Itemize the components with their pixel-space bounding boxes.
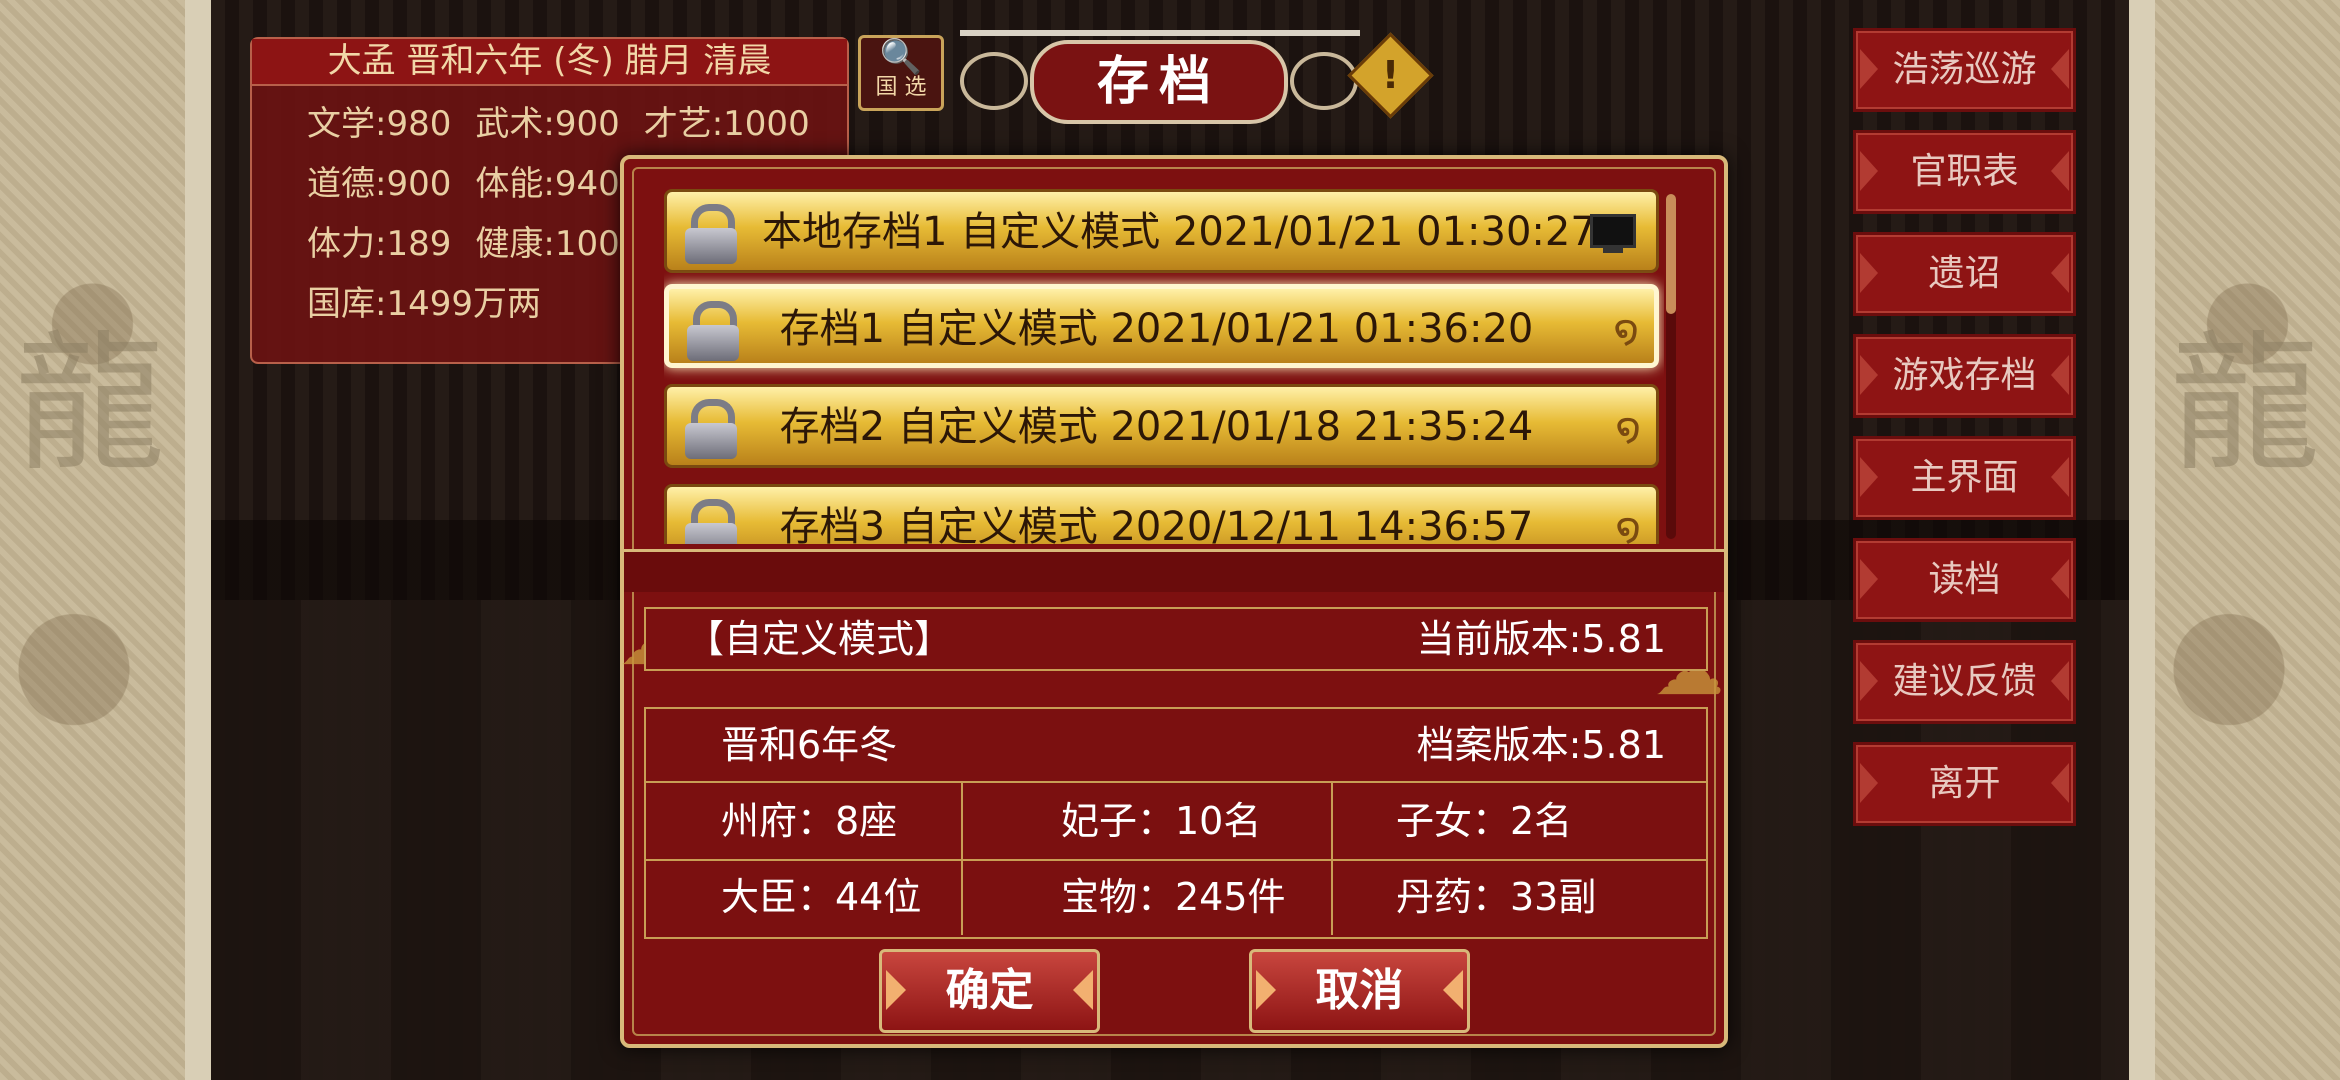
- dragon-ornament: 龍: [2169, 318, 2320, 492]
- stat-treasures: 宝物：245件: [1061, 875, 1286, 919]
- menu-testament-button[interactable]: 遗诏: [1853, 232, 2076, 316]
- search-select-button[interactable]: 🔍 国 选: [858, 35, 944, 111]
- stat-physique: 体能:940: [475, 164, 620, 204]
- magnifier-icon: 🔍: [879, 37, 923, 77]
- status-clip: 道德:900 体能:940 体力:189 健康:100 国库:1499万两: [252, 39, 632, 362]
- save-slot-list[interactable]: 本地存档1 自定义模式 2021/01/21 01:30:27 存档1 自定义模…: [664, 189, 1664, 544]
- save-slot-label: 存档3 自定义模式 2020/12/11 14:36:57: [779, 504, 1534, 544]
- menu-tour-button[interactable]: 浩荡巡游: [1853, 28, 2076, 112]
- menu-official-ranks-button[interactable]: 官职表: [1853, 130, 2076, 214]
- stat-treasury: 国库:1499万两: [307, 284, 541, 324]
- save-dialog: 本地存档1 自定义模式 2021/01/21 01:30:27 存档1 自定义模…: [619, 155, 1728, 1048]
- stat-art: 才艺:1000: [643, 104, 810, 144]
- warning-mark: !: [1381, 53, 1400, 97]
- dragon-ornament: 龍: [14, 318, 165, 492]
- save-list-scrollbar[interactable]: [1666, 194, 1676, 539]
- swirl-icon: ໑: [1613, 307, 1639, 353]
- save-slot-local-1[interactable]: 本地存档1 自定义模式 2021/01/21 01:30:27: [664, 189, 1659, 273]
- knot-ornament: [960, 52, 1028, 110]
- menu-save-game-button[interactable]: 游戏存档: [1853, 334, 2076, 418]
- mode-label: 【自定义模式】: [686, 617, 953, 661]
- stat-health: 健康:100: [475, 224, 620, 264]
- save-slot-label: 存档1 自定义模式 2021/01/21 01:36:20: [779, 306, 1534, 352]
- confirm-button[interactable]: 确定: [879, 949, 1100, 1033]
- lock-icon: [685, 204, 737, 264]
- save-slot-1[interactable]: 存档1 自定义模式 2021/01/21 01:36:20 ໑: [664, 284, 1659, 368]
- current-version: 当前版本:5.81: [1416, 617, 1666, 661]
- swirl-icon: ໑: [1615, 505, 1641, 544]
- lock-icon: [687, 301, 739, 361]
- right-decor-panel: 龍: [2129, 0, 2340, 1080]
- archive-version: 档案版本:5.81: [1416, 723, 1666, 767]
- stat-ministers: 大臣：44位: [721, 875, 922, 919]
- stat-stamina: 体力:189: [307, 224, 452, 264]
- menu-exit-button[interactable]: 离开: [1853, 742, 2076, 826]
- menu-main-screen-button[interactable]: 主界面: [1853, 436, 2076, 520]
- save-slot-label: 本地存档1 自定义模式 2021/01/21 01:30:27: [762, 209, 1596, 255]
- status-row-2: 道德:900 体能:940: [307, 156, 632, 205]
- dialog-divider: [624, 549, 1724, 592]
- stat-morality: 道德:900: [307, 164, 452, 204]
- save-date: 晋和6年冬: [721, 723, 898, 767]
- save-slot-3[interactable]: 存档3 自定义模式 2020/12/11 14:36:57 ໑: [664, 484, 1659, 544]
- status-row-3: 体力:189 健康:100: [307, 216, 632, 265]
- search-select-label: 国 选: [875, 75, 927, 100]
- menu-load-button[interactable]: 读档: [1853, 538, 2076, 622]
- stat-children: 子女：2名: [1396, 799, 1573, 843]
- scrollbar-thumb[interactable]: [1666, 194, 1676, 314]
- dialog-title: 存档: [1030, 40, 1288, 124]
- save-slot-label: 存档2 自定义模式 2021/01/18 21:35:24: [779, 404, 1534, 450]
- knot-ornament: [1290, 52, 1358, 110]
- plaque-bar: [960, 30, 1360, 36]
- computer-icon: [1590, 214, 1636, 253]
- save-details-table: 晋和6年冬 档案版本:5.81 州府：8座 妃子：10名 子女：2名 大臣：44…: [644, 707, 1708, 939]
- lock-icon: [685, 499, 737, 544]
- stat-elixirs: 丹药：33副: [1396, 875, 1597, 919]
- menu-feedback-button[interactable]: 建议反馈: [1853, 640, 2076, 724]
- mode-info-bar: 【自定义模式】 当前版本:5.81: [644, 607, 1708, 671]
- save-details-header: 晋和6年冬 档案版本:5.81: [646, 709, 1706, 783]
- cancel-button[interactable]: 取消: [1249, 949, 1470, 1033]
- status-row-4: 国库:1499万两: [307, 276, 565, 325]
- left-decor-panel: 龍: [0, 0, 211, 1080]
- stat-prefectures: 州府：8座: [721, 799, 898, 843]
- lock-icon: [685, 399, 737, 459]
- stat-consorts: 妃子：10名: [1061, 799, 1262, 843]
- swirl-icon: ໑: [1615, 405, 1641, 451]
- title-plaque: 存档: [960, 30, 1360, 124]
- save-slot-2[interactable]: 存档2 自定义模式 2021/01/18 21:35:24 ໑: [664, 384, 1659, 468]
